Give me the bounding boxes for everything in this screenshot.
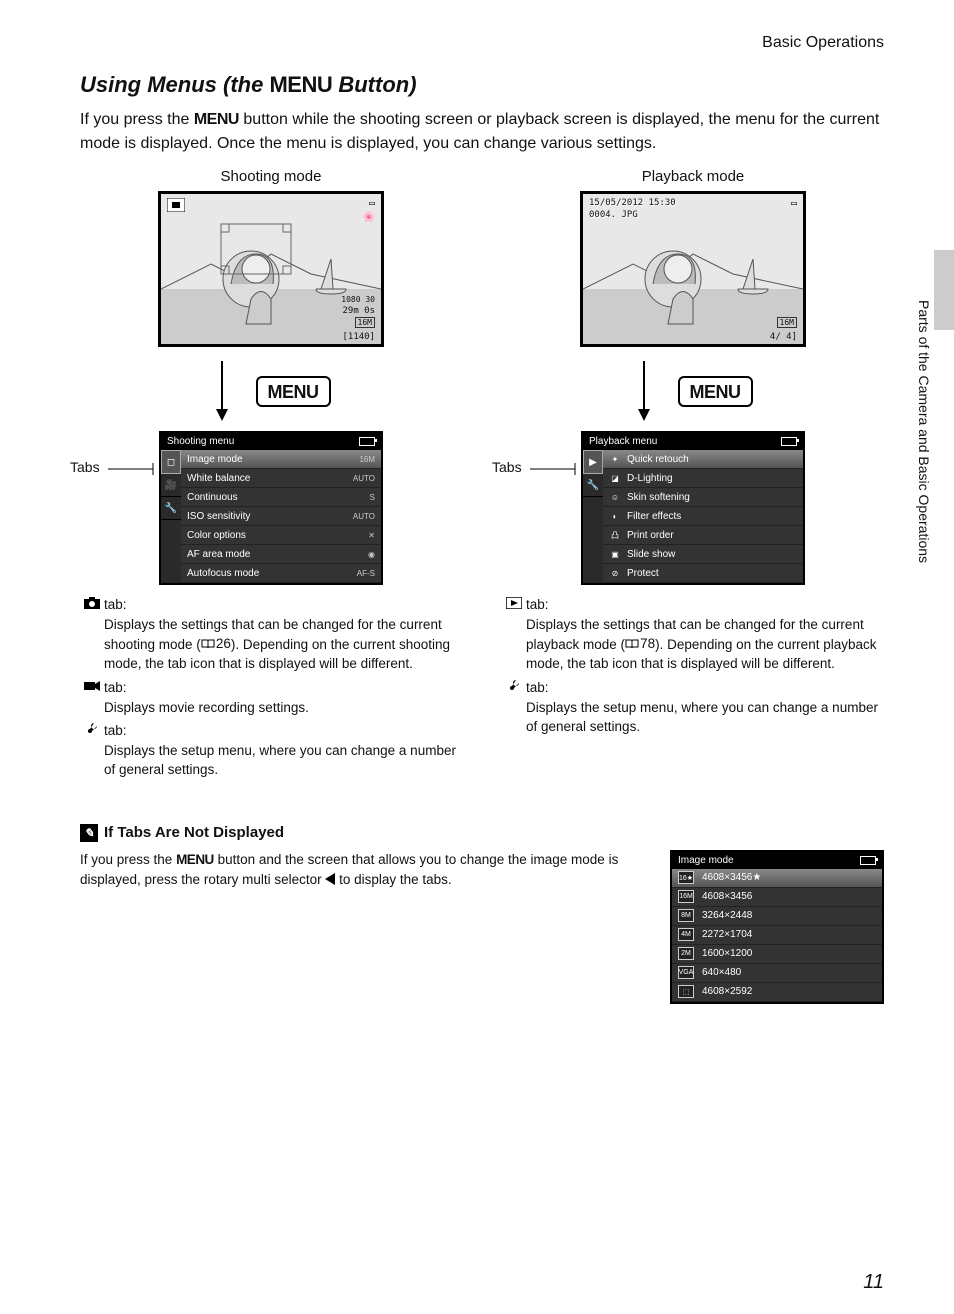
menu-item: Autofocus modeAF-S	[181, 564, 381, 583]
page-ref-icon: 26	[201, 634, 231, 654]
movie-icon	[80, 678, 104, 717]
image-mode-item: 4M2272×1704	[672, 926, 882, 945]
photo-count: 4/ 4]	[770, 332, 797, 342]
tab-desc-wrench: tab:Displays the setup menu, where you c…	[80, 721, 462, 780]
shooting-column: Shooting mode	[80, 168, 462, 784]
menu-button-badge: MENU	[256, 376, 331, 407]
arrow-down-icon	[634, 361, 654, 421]
menu-item: ContinuousS	[181, 488, 381, 507]
image-mode-item: 16M4608×3456	[672, 888, 882, 907]
playback-menu-lcd: Playback menu ▶ 🔧 ✦Quick retouch ◪D-Ligh…	[581, 431, 805, 585]
image-mode-item: 8M3264×2448	[672, 907, 882, 926]
image-mode-item: 2M1600×1200	[672, 945, 882, 964]
shooting-mode-label: Shooting mode	[80, 168, 462, 185]
play-icon	[502, 595, 526, 674]
menu-item: ◪D-Lighting	[603, 469, 803, 488]
shooting-menu-title: Shooting menu	[167, 436, 234, 447]
battery-icon: ▭	[369, 198, 375, 209]
menu-item: ☺Skin softening	[603, 488, 803, 507]
shooting-menu-lcd: Shooting menu ◻ 🎥 🔧 Image mode16M White …	[159, 431, 383, 585]
side-thumb-tab	[934, 250, 954, 330]
wrench-icon	[502, 678, 526, 737]
title-prefix: Using Menus (the	[80, 72, 269, 97]
menu-item: ISO sensitivityAUTO	[181, 507, 381, 526]
title-menu-word: MENU	[269, 72, 332, 97]
playback-column: Playback mode 15/05/2012 15:30 0004. JPG…	[502, 168, 884, 784]
img-size: 16M	[355, 317, 375, 328]
photo-file: 0004. JPG	[589, 210, 638, 220]
shots-remaining: [1140]	[342, 332, 375, 342]
menu-button-badge: MENU	[678, 376, 753, 407]
sidebar-chapter-text: Parts of the Camera and Basic Operations	[916, 300, 932, 563]
menu-item: ⊘Protect	[603, 564, 803, 583]
menu-item: Color options✕	[181, 526, 381, 545]
playback-screen: 15/05/2012 15:30 0004. JPG ▭ 16M 4/ 4]	[580, 191, 806, 347]
play-tab-icon: ▶	[583, 450, 603, 474]
image-mode-item: ⬚4608×2592	[672, 983, 882, 1002]
image-mode-title: Image mode	[678, 855, 734, 866]
arrow-down-icon	[212, 361, 232, 421]
note-pencil-icon: ✎	[80, 824, 98, 842]
tabs-callout-label: Tabs	[70, 459, 100, 475]
camera-icon	[80, 595, 104, 674]
note-title: If Tabs Are Not Displayed	[104, 824, 284, 841]
wrench-tab-icon: 🔧	[161, 497, 181, 520]
menu-item: AF area mode◉	[181, 545, 381, 564]
left-arrow-icon	[325, 873, 335, 885]
image-mode-item: VGA640×480	[672, 964, 882, 983]
menu-item: ▣Slide show	[603, 545, 803, 564]
menu-word: MENU	[194, 111, 239, 128]
callout-line	[108, 461, 158, 481]
tab-desc-play: tab:Displays the settings that can be ch…	[502, 595, 884, 674]
battery-icon	[860, 856, 876, 865]
camera-mode-icon	[167, 198, 185, 212]
menu-item: White balanceAUTO	[181, 469, 381, 488]
shooting-screen: ▭ 🌸 1080 30 29m 0s 16M [1140]	[158, 191, 384, 347]
page-ref-icon: 78	[625, 634, 655, 654]
tab-desc-wrench: tab:Displays the setup menu, where you c…	[502, 678, 884, 737]
playback-mode-label: Playback mode	[502, 168, 884, 185]
intro-paragraph: If you press the MENU button while the s…	[80, 108, 884, 156]
battery-icon	[781, 437, 797, 446]
note-text: If you press the MENU button and the scr…	[80, 850, 650, 891]
menu-tabs: ▶ 🔧	[583, 450, 603, 583]
callout-line	[530, 461, 580, 481]
menu-item: 凸Print order	[603, 526, 803, 545]
page-number: 11	[863, 1271, 884, 1294]
playback-menu-title: Playback menu	[589, 436, 657, 447]
camera-tab-icon: ◻	[161, 450, 181, 474]
wrench-tab-icon: 🔧	[583, 474, 603, 497]
photo-date: 15/05/2012 15:30	[589, 198, 676, 208]
menu-item: ✦Quick retouch	[603, 450, 803, 469]
img-size: 16M	[777, 317, 797, 328]
image-mode-item: 16★4608×3456★	[672, 869, 882, 888]
menu-item: ◐Filter effects	[603, 507, 803, 526]
section-header: Basic Operations	[80, 34, 884, 52]
battery-icon: ▭	[791, 198, 797, 209]
tabs-callout-label: Tabs	[492, 459, 522, 475]
tab-desc-camera: tab:Displays the settings that can be ch…	[80, 595, 462, 674]
video-res: 1080 30	[341, 295, 375, 304]
title-suffix: Button)	[332, 72, 416, 97]
wrench-icon	[80, 721, 104, 780]
macro-icon: 🌸	[363, 212, 375, 223]
battery-icon	[359, 437, 375, 446]
rec-time: 29m 0s	[342, 306, 375, 316]
image-mode-lcd: Image mode 16★4608×3456★ 16M4608×3456 8M…	[670, 850, 884, 1004]
tab-desc-movie: tab:Displays movie recording settings.	[80, 678, 462, 717]
note-section: ✎ If Tabs Are Not Displayed If you press…	[80, 824, 884, 1004]
page-title: Using Menus (the MENU Button)	[80, 72, 884, 98]
menu-tabs: ◻ 🎥 🔧	[161, 450, 181, 583]
menu-item: Image mode16M	[181, 450, 381, 469]
movie-tab-icon: 🎥	[161, 474, 181, 497]
